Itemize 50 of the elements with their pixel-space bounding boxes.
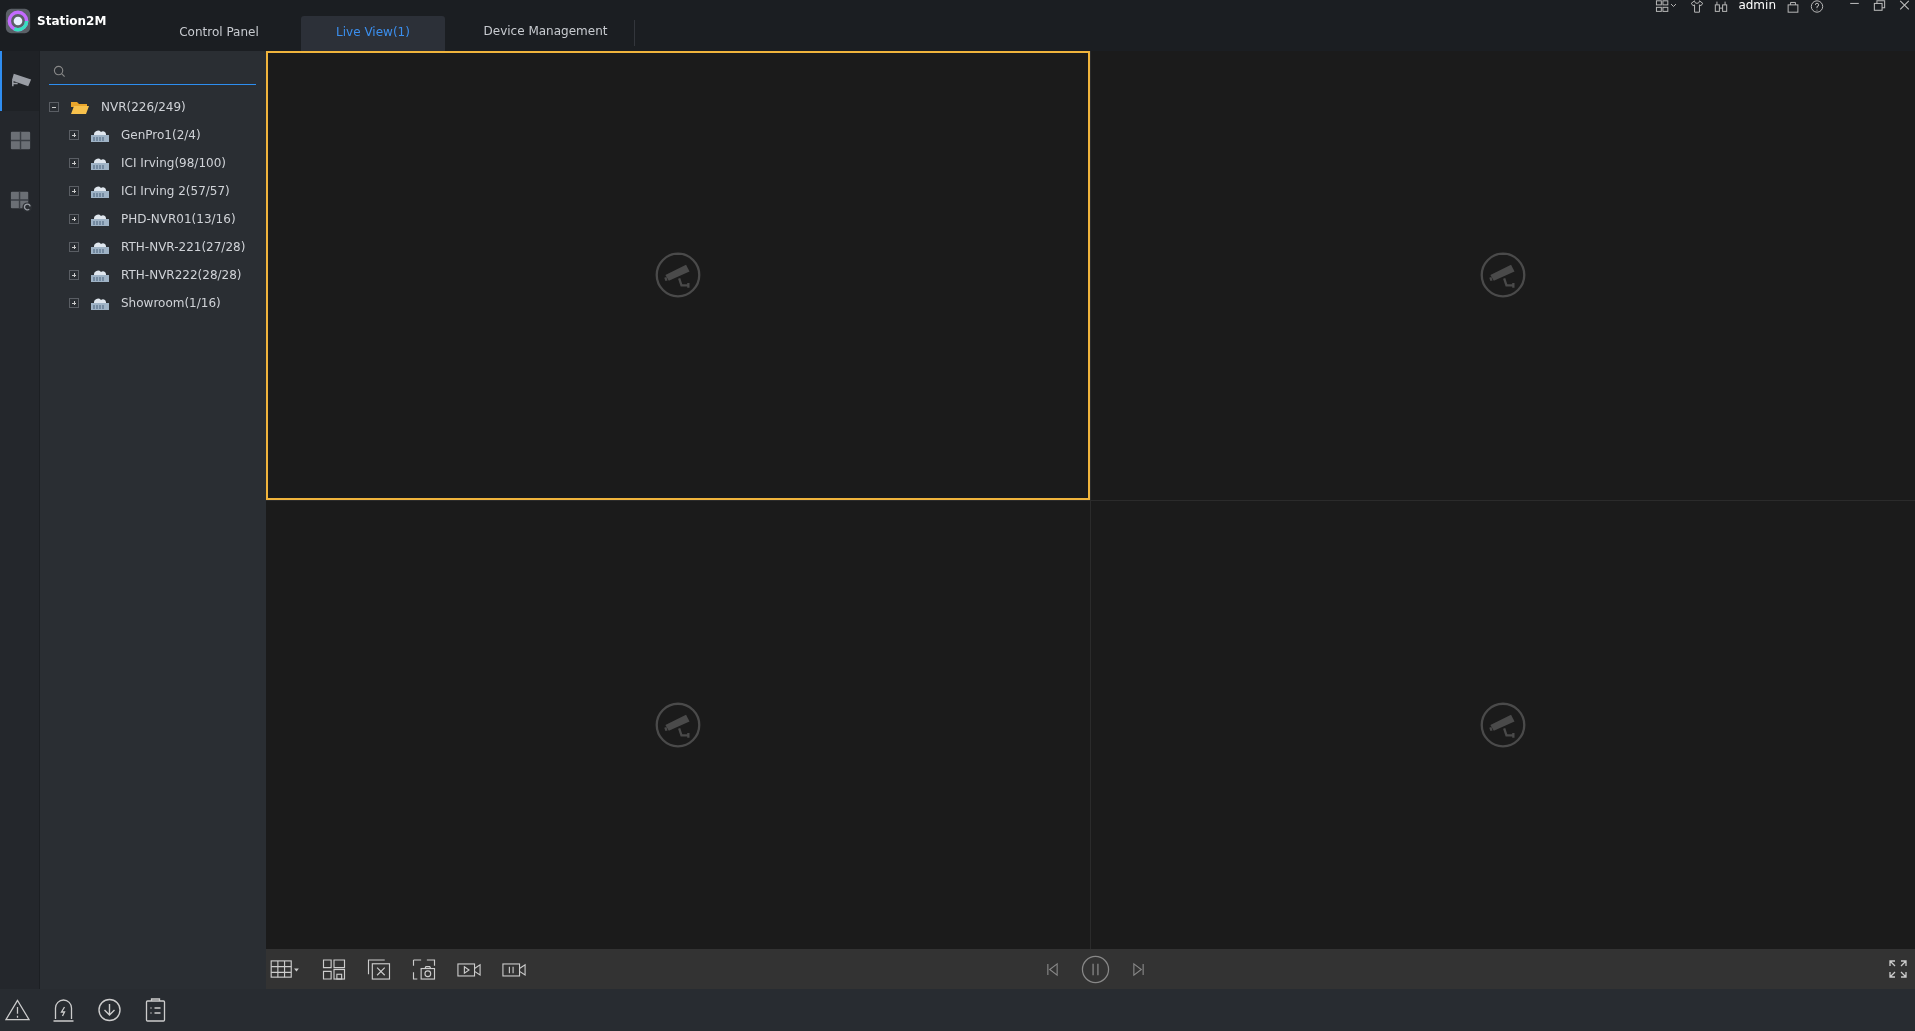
tab[interactable]: Live View(1) [301, 16, 445, 51]
search-icon [53, 65, 66, 78]
tab[interactable]: Control Panel [149, 16, 289, 51]
fullscreen-icon[interactable] [1889, 960, 1907, 978]
expand-toggle[interactable] [69, 130, 79, 140]
close-icon[interactable] [1898, 0, 1911, 12]
tree-item[interactable]: RTH-NVR-221(27/28) [121, 240, 246, 254]
expand-toggle[interactable] [69, 186, 79, 196]
tree-item[interactable]: RTH-NVR222(28/28) [121, 268, 242, 282]
expand-toggle[interactable] [69, 158, 79, 168]
sidebar-tab[interactable] [0, 51, 39, 111]
task-list-icon[interactable] [143, 998, 168, 1022]
tree-item[interactable]: ICI Irving 2(57/57) [121, 184, 230, 198]
pause-icon[interactable] [1081, 954, 1110, 984]
video-tile[interactable] [1091, 500, 1915, 949]
expand-toggle[interactable] [69, 298, 79, 308]
no-video-camera-icon [655, 252, 701, 299]
video-tile[interactable] [266, 51, 1090, 500]
download-icon[interactable] [97, 998, 122, 1022]
save-layout-icon[interactable] [322, 958, 346, 980]
grid-layout-icon[interactable] [270, 958, 301, 980]
lock-icon[interactable] [1786, 0, 1800, 13]
no-video-camera-icon [655, 701, 701, 748]
help-icon[interactable] [1810, 0, 1824, 13]
snapshot-icon[interactable] [412, 958, 436, 980]
warning-icon[interactable] [5, 998, 30, 1022]
alarm-icon[interactable] [51, 998, 76, 1022]
user-name[interactable]: admin [1738, 0, 1776, 11]
no-video-camera-icon [1480, 252, 1526, 299]
expand-toggle[interactable] [69, 214, 79, 224]
tree-item[interactable]: ICI Irving(98/100) [121, 156, 226, 170]
video-tile[interactable] [1091, 51, 1915, 500]
folder-icon [70, 99, 90, 115]
tab[interactable]: Device Management [457, 20, 635, 46]
tree-item[interactable]: PHD-NVR01(13/16) [121, 212, 236, 226]
close-all-icon[interactable] [367, 958, 391, 980]
tree-item[interactable]: GenPro1(2/4) [121, 128, 201, 142]
no-video-camera-icon [1480, 701, 1526, 748]
collapse-toggle[interactable] [49, 102, 59, 112]
app-title: Station2M [37, 14, 107, 28]
video-tile[interactable] [266, 500, 1090, 949]
tree-item[interactable]: NVR(226/249) [101, 100, 186, 114]
tree-item[interactable]: Showroom(1/16) [121, 296, 221, 310]
shirt-icon[interactable] [1690, 0, 1705, 13]
app-logo-icon [5, 8, 31, 34]
next-icon[interactable] [1132, 961, 1145, 977]
expand-toggle[interactable] [69, 270, 79, 280]
restore-icon[interactable] [1873, 0, 1886, 12]
expand-toggle[interactable] [69, 242, 79, 252]
previous-icon[interactable] [1046, 961, 1059, 977]
